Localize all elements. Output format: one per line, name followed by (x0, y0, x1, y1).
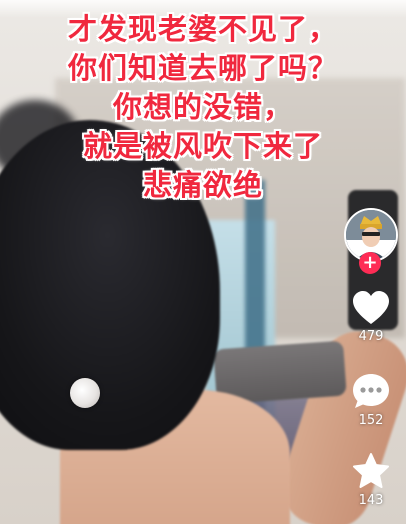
like-count: 479 (358, 329, 384, 344)
heart-icon (353, 291, 389, 324)
comment-count: 152 (358, 413, 384, 428)
caption-line-4: 就是被风吹下来了 (82, 129, 323, 163)
video-screen[interactable]: 才发现老婆不见了， 你们知道去哪了吗？ 你想的没错， 就是被风吹下来了 悲痛欲绝… (0, 0, 406, 524)
hair-clip (70, 378, 100, 408)
follow-button[interactable]: + (359, 252, 381, 274)
comment-icon (353, 374, 389, 408)
author-avatar-group[interactable]: + (343, 208, 399, 274)
action-rail: + 479 152 143 (343, 208, 399, 508)
video-caption: 才发现老婆不见了， 你们知道去哪了吗？ 你想的没错， 就是被风吹下来了 悲痛欲绝 (0, 10, 406, 205)
favorite-button[interactable]: 143 (343, 452, 399, 508)
favorite-count: 143 (358, 493, 384, 508)
caption-line-5: 悲痛欲绝 (142, 168, 263, 202)
caption-line-2: 你们知道去哪了吗？ (67, 51, 338, 85)
like-button[interactable]: 479 (343, 290, 399, 344)
comment-button[interactable]: 152 (343, 372, 399, 428)
star-icon (353, 453, 389, 488)
caption-line-3: 你想的没错， (112, 90, 293, 124)
caption-line-1: 才发现老婆不见了， (67, 12, 338, 46)
